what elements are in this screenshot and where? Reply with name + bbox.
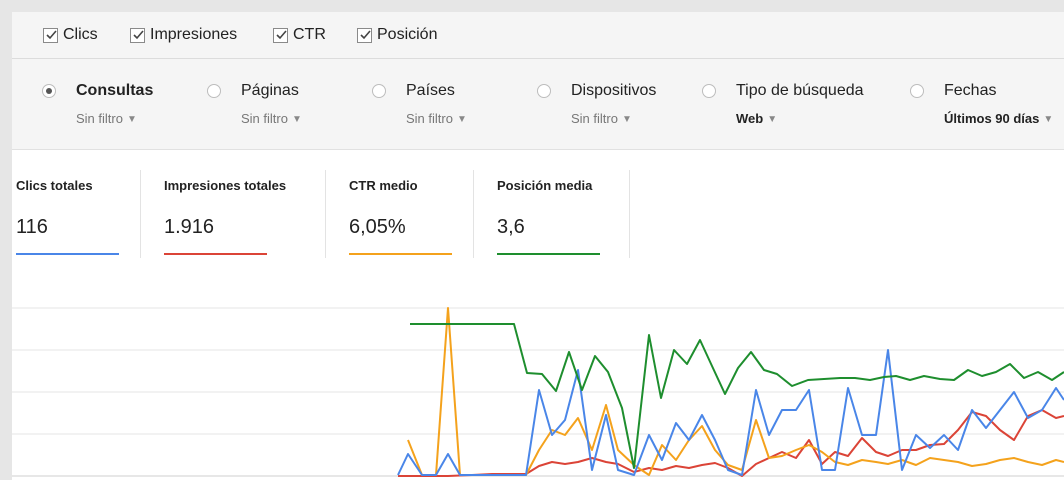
caret-down-icon: ▼ — [456, 114, 467, 125]
filter-value: Web — [736, 111, 764, 126]
checkmark-icon — [357, 27, 372, 43]
filter-value: Últimos 90 días — [944, 111, 1040, 126]
checkbox-label: Posición — [377, 26, 438, 43]
filter-value: Sin filtro — [571, 111, 618, 126]
stat-color-bar — [16, 253, 119, 255]
divider — [140, 170, 141, 258]
stat-title: CTR medio — [349, 178, 418, 193]
caret-down-icon: ▼ — [291, 114, 302, 125]
metrics-toolbar: Clics Impresiones CTR Posición — [12, 12, 1064, 59]
dimension-label: Tipo de búsqueda — [736, 82, 864, 99]
caret-down-icon: ▼ — [767, 114, 778, 125]
stat-value: 1.916 — [164, 216, 215, 238]
filter-dropdown[interactable]: Últimos 90 días ▼ — [944, 111, 1053, 126]
checkbox-impresiones[interactable]: Impresiones — [130, 12, 237, 58]
checkbox-label: Clics — [63, 26, 98, 43]
checkbox-posicion[interactable]: Posición — [357, 12, 437, 58]
filter-dropdown[interactable]: Web ▼ — [736, 111, 777, 126]
caret-down-icon: ▼ — [126, 114, 137, 125]
checkbox-ctr[interactable]: CTR — [273, 12, 326, 58]
radio-icon[interactable] — [372, 84, 386, 98]
checkmark-icon — [273, 27, 288, 43]
dimension-label: Consultas — [76, 82, 154, 99]
dimension-label: Fechas — [944, 82, 997, 99]
filter-value: Sin filtro — [241, 111, 288, 126]
checkmark-icon — [130, 27, 145, 43]
stat-value: 3,6 — [497, 216, 525, 238]
divider — [325, 170, 326, 258]
filter-dropdown[interactable]: Sin filtro ▼ — [406, 111, 467, 126]
filter-value: Sin filtro — [76, 111, 123, 126]
dimension-label: Páginas — [241, 82, 299, 99]
radio-icon[interactable] — [910, 84, 924, 98]
filter-dropdown[interactable]: Sin filtro ▼ — [241, 111, 302, 126]
checkbox-label: CTR — [293, 26, 326, 43]
filter-value: Sin filtro — [406, 111, 453, 126]
filter-dropdown[interactable]: Sin filtro ▼ — [571, 111, 632, 126]
radio-selected-icon[interactable] — [42, 84, 56, 98]
radio-icon[interactable] — [702, 84, 716, 98]
checkbox-clics[interactable]: Clics — [43, 12, 98, 58]
checkmark-icon — [43, 27, 58, 43]
line-posicion — [410, 323, 1064, 469]
divider — [473, 170, 474, 258]
caret-down-icon: ▼ — [1043, 114, 1054, 125]
dimension-filter-bar: Consultas Sin filtro ▼ Páginas Sin filtro… — [12, 59, 1064, 150]
checkbox-label: Impresiones — [150, 26, 238, 43]
stat-title: Posición media — [497, 178, 593, 193]
radio-icon[interactable] — [537, 84, 551, 98]
dimension-label: Dispositivos — [571, 82, 657, 99]
line-clics — [397, 349, 1064, 476]
radio-icon[interactable] — [207, 84, 221, 98]
performance-line-chart — [12, 307, 1064, 477]
dimension-label: Países — [406, 82, 455, 99]
stat-value: 116 — [16, 216, 48, 238]
stat-title: Clics totales — [16, 178, 93, 193]
stat-value: 6,05% — [349, 216, 406, 238]
stat-color-bar — [164, 253, 267, 255]
stat-color-bar — [349, 253, 452, 255]
filter-dropdown[interactable]: Sin filtro ▼ — [76, 111, 137, 126]
stat-title: Impresiones totales — [164, 178, 287, 193]
divider — [629, 170, 630, 258]
stat-color-bar — [497, 253, 600, 255]
caret-down-icon: ▼ — [621, 114, 632, 125]
